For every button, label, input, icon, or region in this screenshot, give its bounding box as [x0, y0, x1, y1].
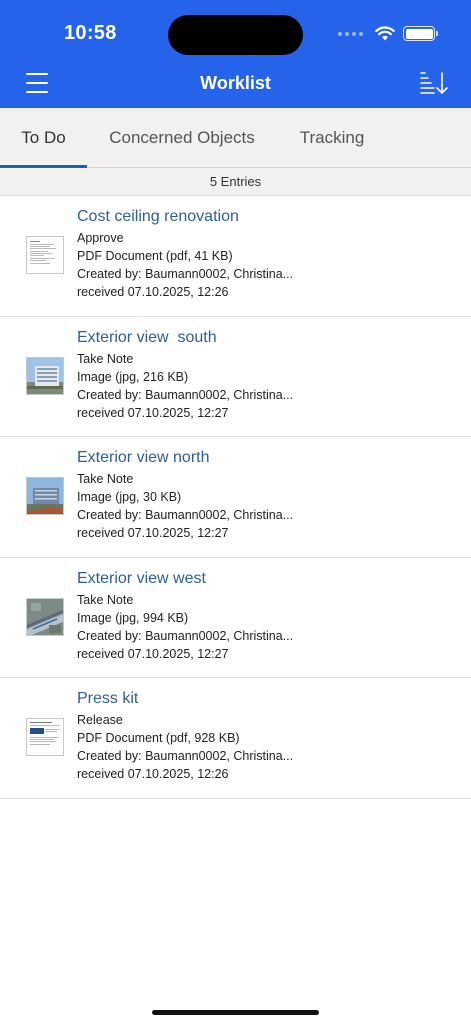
building-photo-thumbnail [26, 477, 64, 515]
list-item[interactable]: Press kit Release PDF Document (pdf, 928… [0, 678, 471, 799]
wifi-icon [375, 26, 395, 41]
item-file-info: Image (jpg, 994 KB) [77, 610, 189, 625]
item-received: received 07.10.2025, 12:27 [77, 646, 229, 661]
tab-to-do[interactable]: To Do [0, 108, 87, 168]
list-item[interactable]: Exterior view west Take Note Image (jpg,… [0, 558, 471, 678]
page-title: Worklist [200, 73, 271, 93]
entries-count: 5 Entries [0, 168, 471, 196]
signal-icon [338, 31, 363, 36]
home-indicator[interactable] [152, 1010, 319, 1015]
item-created-by: Created by: Baumann0002, Christina... [77, 387, 294, 402]
item-file-info: Image (jpg, 216 KB) [77, 369, 189, 384]
aerial-photo-thumbnail [26, 597, 64, 636]
item-title: Exterior view west [77, 569, 206, 587]
status-time: 10:58 [64, 22, 117, 44]
sort-icon[interactable] [419, 70, 449, 96]
item-created-by: Created by: Baumann0002, Christina... [77, 749, 294, 763]
status-icons [338, 26, 438, 41]
item-received: received 07.10.2025, 12:26 [77, 285, 229, 299]
item-received: received 07.10.2025, 12:26 [77, 767, 229, 781]
item-action: Take Note [77, 592, 134, 607]
pdf-document-thumbnail [26, 236, 64, 274]
app-header: 10:58 Worklist [0, 0, 471, 108]
list-item[interactable]: Exterior view south Take Note Image (jpg… [0, 317, 471, 437]
tab-bar: To Do Concerned Objects Tracking [0, 108, 471, 168]
item-title: Exterior view south [77, 328, 217, 346]
item-file-info: PDF Document (pdf, 41 KB) [77, 249, 233, 263]
item-created-by: Created by: Baumann0002, Christina... [77, 267, 294, 281]
dynamic-island [168, 15, 303, 55]
item-action: Take Note [77, 351, 134, 366]
item-received: received 07.10.2025, 12:27 [77, 405, 229, 420]
building-photo-thumbnail [26, 356, 64, 395]
item-title: Press kit [77, 690, 139, 707]
item-received: received 07.10.2025, 12:27 [77, 526, 229, 540]
item-action: Take Note [77, 472, 134, 486]
item-created-by: Created by: Baumann0002, Christina... [77, 628, 294, 643]
item-title: Exterior view north [77, 449, 210, 466]
pdf-document-thumbnail [26, 718, 64, 756]
tab-concerned-objects[interactable]: Concerned Objects [96, 108, 268, 168]
list-item[interactable]: Cost ceiling renovation Approve PDF Docu… [0, 196, 471, 317]
worklist: Cost ceiling renovation Approve PDF Docu… [0, 196, 471, 799]
item-file-info: Image (jpg, 30 KB) [77, 490, 182, 504]
item-file-info: PDF Document (pdf, 928 KB) [77, 731, 240, 745]
item-title: Cost ceiling renovation [77, 208, 239, 225]
battery-icon [403, 26, 438, 41]
tab-tracking[interactable]: Tracking [290, 108, 374, 168]
item-action: Approve [77, 231, 124, 245]
item-action: Release [77, 713, 123, 727]
item-created-by: Created by: Baumann0002, Christina... [77, 508, 294, 522]
list-item[interactable]: Exterior view north Take Note Image (jpg… [0, 437, 471, 558]
